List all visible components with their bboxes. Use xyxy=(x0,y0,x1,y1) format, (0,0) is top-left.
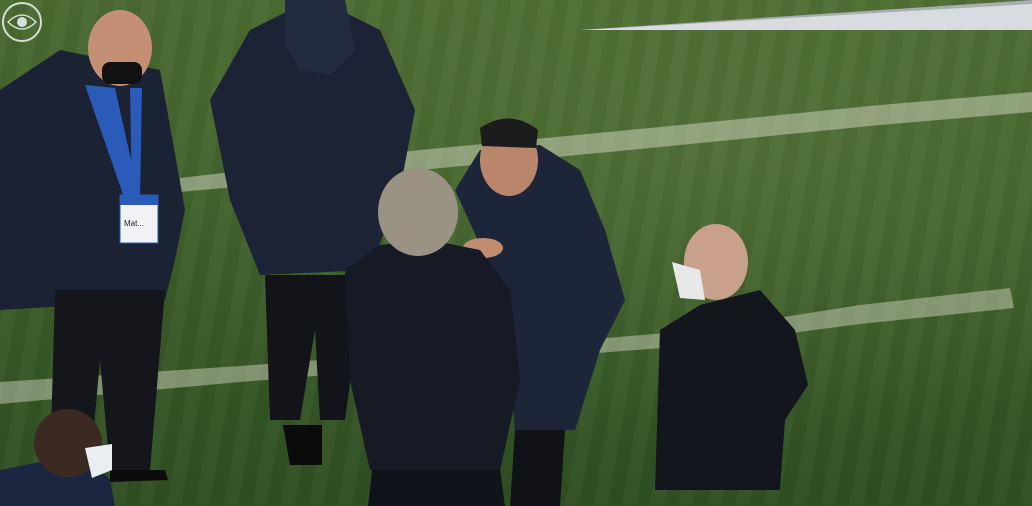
person-with-lanyard xyxy=(0,10,185,482)
competition-logo-icon xyxy=(2,2,42,42)
bench-edge xyxy=(580,0,1032,30)
scene-illustration: Mat... xyxy=(0,0,1032,506)
person-bottom-left xyxy=(0,409,115,506)
person-bald-right xyxy=(655,224,808,490)
accreditation-badge-text: Mat... xyxy=(124,219,144,228)
sideline-photo: Mat... xyxy=(0,0,1032,506)
